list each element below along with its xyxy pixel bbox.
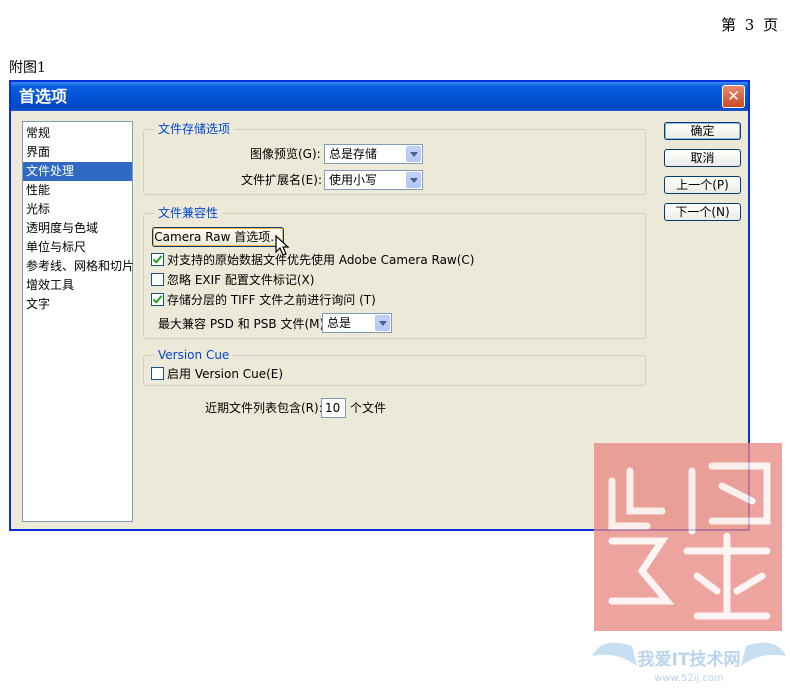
site-watermark: 我爱IT技术网 www.52ij.com (592, 443, 786, 684)
cancel-button[interactable]: 取消 (664, 149, 741, 167)
ask-tiff-option[interactable]: 存储分层的 TIFF 文件之前进行询问 (T) (151, 292, 376, 308)
ignore-exif-label: 忽略 EXIF 配置文件标记(X) (167, 273, 315, 287)
watermark-site-name: 我爱IT技术网 (638, 649, 741, 670)
extension-value: 使用小写 (329, 173, 378, 187)
enable-version-cue-option[interactable]: 启用 Version Cue(E) (151, 366, 283, 382)
ignore-exif-option[interactable]: 忽略 EXIF 配置文件标记(X) (151, 272, 314, 288)
watermark-site-url: www.52ij.com (654, 673, 724, 684)
category-item[interactable]: 常规 (23, 124, 132, 143)
prev-button[interactable]: 上一个(P) (664, 176, 741, 194)
file-save-group: 文件存储选项 图像预览(G): 总是存储 文件扩展名(E): 使用小写 (143, 122, 646, 195)
category-item[interactable]: 单位与标尺 (23, 238, 132, 257)
recent-files-suffix: 个文件 (350, 401, 387, 415)
chevron-down-icon[interactable] (406, 172, 421, 188)
close-icon: ✕ (727, 87, 740, 105)
ignore-exif-checkbox[interactable] (151, 273, 164, 286)
camera-raw-prefs-button[interactable]: Camera Raw 首选项... (152, 227, 284, 247)
category-item[interactable]: 参考线、网格和切片 (23, 257, 134, 276)
chevron-down-icon[interactable] (375, 315, 390, 331)
category-list[interactable]: 常规 界面 文件处理 性能 光标 透明度与色域 单位与标尺 参考线、网格和切片 … (22, 121, 134, 522)
extension-label: 文件扩展名(E): (241, 173, 322, 187)
file-compat-title: 文件兼容性 (154, 206, 223, 220)
next-button[interactable]: 下一个(N) (664, 203, 741, 221)
file-save-title: 文件存储选项 (154, 122, 235, 136)
enable-version-cue-checkbox[interactable] (151, 367, 164, 380)
recent-files-input[interactable]: 10 (321, 398, 346, 418)
max-compat-select[interactable]: 总是 (322, 313, 392, 333)
figure-caption: 附图1 (9, 60, 46, 76)
max-compat-value: 总是 (327, 316, 352, 330)
close-button[interactable]: ✕ (722, 85, 745, 108)
max-compat-label: 最大兼容 PSD 和 PSB 文件(M): (158, 317, 329, 331)
enable-version-cue-label: 启用 Version Cue(E) (167, 367, 284, 381)
category-item[interactable]: 性能 (23, 181, 132, 200)
ok-button[interactable]: 确定 (664, 122, 741, 140)
ask-tiff-label: 存储分层的 TIFF 文件之前进行询问 (T) (167, 293, 376, 307)
dialog-title: 首选项 (19, 87, 68, 106)
ask-tiff-checkbox[interactable] (151, 293, 164, 306)
version-cue-title: Version Cue (154, 348, 234, 362)
category-item-selected[interactable]: 文件处理 (23, 162, 132, 181)
recent-files-label: 近期文件列表包含(R): (205, 401, 323, 415)
extension-select[interactable]: 使用小写 (324, 170, 423, 190)
prefer-acr-label: 对支持的原始数据文件优先使用 Adobe Camera Raw(C) (167, 253, 475, 267)
preview-select[interactable]: 总是存储 (324, 144, 423, 164)
category-item[interactable]: 透明度与色域 (23, 219, 132, 238)
chevron-down-icon[interactable] (406, 146, 421, 162)
preview-value: 总是存储 (329, 147, 378, 161)
category-item[interactable]: 文字 (23, 295, 132, 314)
category-item[interactable]: 增效工具 (23, 276, 132, 295)
page-number: 第 3 页 (721, 16, 781, 34)
preview-label: 图像预览(G): (250, 147, 321, 161)
version-cue-group: Version Cue 启用 Version Cue(E) (143, 348, 646, 386)
category-item[interactable]: 界面 (23, 143, 132, 162)
file-compat-group: 文件兼容性 Camera Raw 首选项... 对支持的原始数据文件优先使用 A… (143, 206, 646, 339)
prefer-acr-option[interactable]: 对支持的原始数据文件优先使用 Adobe Camera Raw(C) (151, 252, 474, 268)
dialog-titlebar[interactable]: 首选项 ✕ (11, 82, 748, 111)
category-item[interactable]: 光标 (23, 200, 132, 219)
prefer-acr-checkbox[interactable] (151, 253, 164, 266)
